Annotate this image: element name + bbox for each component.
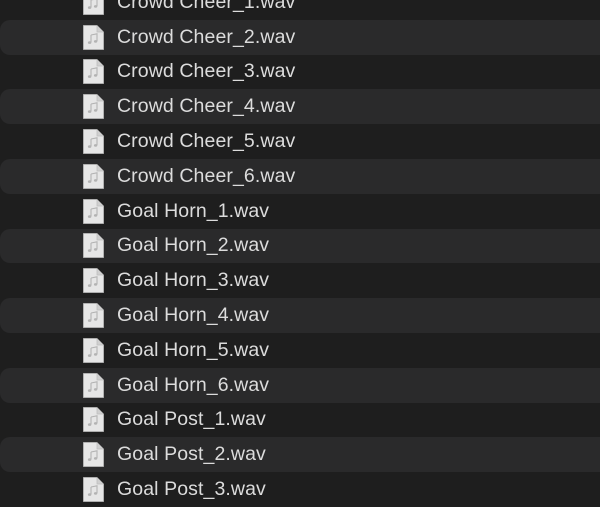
- file-name: Goal Horn_2.wav: [117, 234, 270, 257]
- audio-file-icon: [82, 94, 104, 120]
- list-item[interactable]: Goal Horn_1.wav: [0, 194, 600, 229]
- file-name: Goal Horn_3.wav: [117, 269, 270, 292]
- list-item[interactable]: Crowd Cheer_4.wav: [0, 89, 600, 125]
- file-name: Goal Horn_6.wav: [117, 373, 270, 396]
- audio-file-icon: [82, 59, 104, 85]
- list-item[interactable]: Goal Post_2.wav: [0, 437, 600, 473]
- audio-file-icon: [82, 268, 104, 294]
- file-name: Goal Post_2.wav: [117, 443, 266, 466]
- file-name: Goal Post_1.wav: [117, 408, 266, 431]
- list-item[interactable]: Goal Horn_2.wav: [0, 228, 600, 264]
- list-item[interactable]: Goal Horn_4.wav: [0, 298, 600, 333]
- list-item[interactable]: Goal Horn_5.wav: [0, 333, 600, 368]
- list-item[interactable]: Goal Post_1.wav: [0, 403, 600, 438]
- list-item[interactable]: Goal Horn_3.wav: [0, 263, 600, 298]
- list-item[interactable]: Goal Post_3.wav: [0, 472, 600, 507]
- audio-file-icon: [82, 337, 104, 363]
- file-name: Goal Horn_4.wav: [117, 304, 270, 327]
- file-name: Crowd Cheer_4.wav: [117, 95, 296, 118]
- audio-file-icon: [82, 477, 104, 502]
- file-name: Crowd Cheer_2.wav: [117, 25, 296, 48]
- file-name: Crowd Cheer_1.wav: [117, 0, 296, 13]
- file-name: Goal Horn_5.wav: [117, 338, 270, 361]
- audio-file-icon: [82, 24, 104, 50]
- file-name: Crowd Cheer_3.wav: [117, 60, 296, 83]
- file-list: Crowd Cheer_1.wav Crowd Cheer_2.wav Crow…: [0, 0, 600, 507]
- audio-file-icon: [82, 233, 104, 259]
- audio-file-icon: [82, 129, 104, 154]
- audio-file-icon: [82, 407, 104, 433]
- list-item[interactable]: Goal Horn_6.wav: [0, 367, 600, 403]
- audio-file-icon: [82, 442, 104, 468]
- audio-file-icon: [82, 198, 104, 224]
- audio-file-icon: [82, 163, 104, 189]
- audio-file-icon: [82, 303, 104, 328]
- file-name: Crowd Cheer_5.wav: [117, 130, 296, 153]
- list-item[interactable]: Crowd Cheer_1.wav: [0, 0, 600, 20]
- file-name: Goal Post_3.wav: [117, 478, 266, 501]
- list-item[interactable]: Crowd Cheer_2.wav: [0, 19, 600, 55]
- list-item[interactable]: Crowd Cheer_6.wav: [0, 158, 600, 194]
- file-name: Crowd Cheer_6.wav: [117, 164, 296, 187]
- list-item[interactable]: Crowd Cheer_3.wav: [0, 55, 600, 90]
- list-item[interactable]: Crowd Cheer_5.wav: [0, 124, 600, 159]
- file-name: Goal Horn_1.wav: [117, 199, 270, 222]
- audio-file-icon: [82, 372, 104, 398]
- audio-file-icon: [82, 0, 104, 15]
